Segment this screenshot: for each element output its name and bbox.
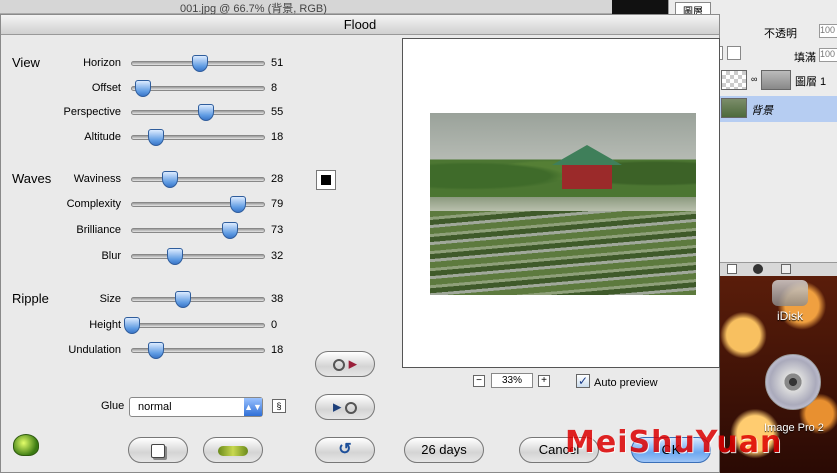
wave-color-swatch[interactable] [316,170,336,190]
altitude-slider[interactable] [131,129,265,146]
glue-select[interactable]: normal ▲▼ [129,397,263,417]
offset-label: Offset [91,82,121,94]
opacity-field[interactable]: 100 [819,24,837,38]
layer-name: 圖層 1 [795,76,827,88]
auto-preview-label: Auto preview [594,377,658,389]
save-preset-button[interactable]: ▶ [315,394,375,420]
zoom-out-button[interactable]: − [473,375,485,387]
complexity-slider-thumb[interactable] [229,196,246,213]
preview-pavilion [562,165,612,189]
brilliance-value: 73 [271,224,284,236]
undulation-value: 18 [271,344,284,356]
size-slider-thumb[interactable] [174,291,191,308]
glue-label: Glue [101,400,125,412]
complexity-value: 79 [271,198,284,210]
layer-thumbnail [721,98,747,118]
size-value: 38 [271,293,284,305]
lock-all-icon[interactable] [727,46,741,60]
size-label: Size [99,293,121,305]
horizon-slider[interactable] [131,55,265,72]
disc-icon [332,358,345,371]
waviness-slider[interactable] [131,171,265,188]
complexity-label: Complexity [66,198,121,210]
waviness-slider-thumb[interactable] [161,171,178,188]
altitude-label: Altitude [84,131,121,143]
blur-label: Blur [101,250,121,262]
perspective-slider[interactable] [131,104,265,121]
offset-slider-thumb[interactable] [134,80,151,97]
waviness-label: Waviness [73,173,121,185]
perspective-label: Perspective [63,106,121,118]
height-slider-thumb[interactable] [124,317,140,334]
brilliance-slider-thumb[interactable] [221,222,238,239]
preview-water [430,211,696,295]
preview-bank [430,197,696,211]
play-right-icon: ▶ [348,358,358,371]
flood-dialog: Flood View Horizon 51 Offset 8 Perspecti… [0,14,720,473]
opacity-label: 不透明 [764,28,797,40]
trial-days-button[interactable]: 26 days [404,437,484,463]
zoom-in-button[interactable]: + [538,375,550,387]
blur-value: 32 [271,250,284,262]
glue-options-icon[interactable]: § [272,399,286,413]
horizon-label: Horizon [83,57,121,69]
brilliance-slider[interactable] [131,222,265,239]
undo-button[interactable]: ↺ [315,437,375,463]
dice-icon [151,443,165,458]
app-logo-icon [13,434,39,456]
idisk-icon[interactable] [772,280,808,306]
randomize-button[interactable] [128,437,188,463]
height-label: Height [89,319,121,331]
load-preset-button[interactable]: ▶ [315,351,375,377]
horizon-slider-thumb[interactable] [192,55,209,72]
new-layer-icon[interactable] [781,264,791,274]
height-slider[interactable] [124,317,265,334]
background-dark-strip [612,0,672,14]
watermark-logo: MeiShuYuan [565,425,783,460]
glue-select-value: normal [138,401,172,413]
offset-slider[interactable] [131,80,265,97]
preview-pane[interactable] [402,38,720,368]
layer-thumbnail [721,70,747,90]
undulation-label: Undulation [68,344,121,356]
layer-mask-thumbnail [761,70,791,90]
height-value: 0 [271,319,278,331]
undo-arrow-icon: ↺ [338,441,352,458]
disc-icon [345,401,358,414]
undulation-slider[interactable] [131,342,265,359]
blur-slider-thumb[interactable] [166,248,183,265]
perspective-slider-thumb[interactable] [197,104,214,121]
brilliance-label: Brilliance [76,224,121,236]
idisk-label: iDisk [777,309,803,323]
adjustment-layer-icon[interactable] [753,264,763,274]
wave-icon [218,445,248,456]
chevron-updown-icon: ▲▼ [244,398,262,416]
layer-row-2-selected[interactable]: 背景 [719,96,837,122]
cd-disc-icon[interactable] [765,354,821,410]
reset-button[interactable] [203,437,263,463]
altitude-slider-thumb[interactable] [148,129,165,146]
fill-label: 填滿 [794,52,816,64]
blur-slider[interactable] [131,248,265,265]
altitude-value: 18 [271,131,284,143]
complexity-slider[interactable] [131,196,265,213]
offset-value: 8 [271,82,278,94]
layer-name: 背景 [751,105,773,117]
preview-image [430,113,696,295]
waviness-value: 28 [271,173,284,185]
perspective-value: 55 [271,106,284,118]
undulation-slider-thumb[interactable] [148,342,165,359]
size-slider[interactable] [131,291,265,308]
link-icon: ∞ [751,74,758,84]
zoom-field[interactable]: 33% [491,373,533,388]
auto-preview-checkbox[interactable]: ✓ [576,374,590,388]
horizon-value: 51 [271,57,284,69]
dialog-title[interactable]: Flood [1,15,719,35]
play-right-icon: ▶ [332,401,342,414]
fill-field[interactable]: 100 [819,48,837,62]
new-folder-icon[interactable] [727,264,737,274]
